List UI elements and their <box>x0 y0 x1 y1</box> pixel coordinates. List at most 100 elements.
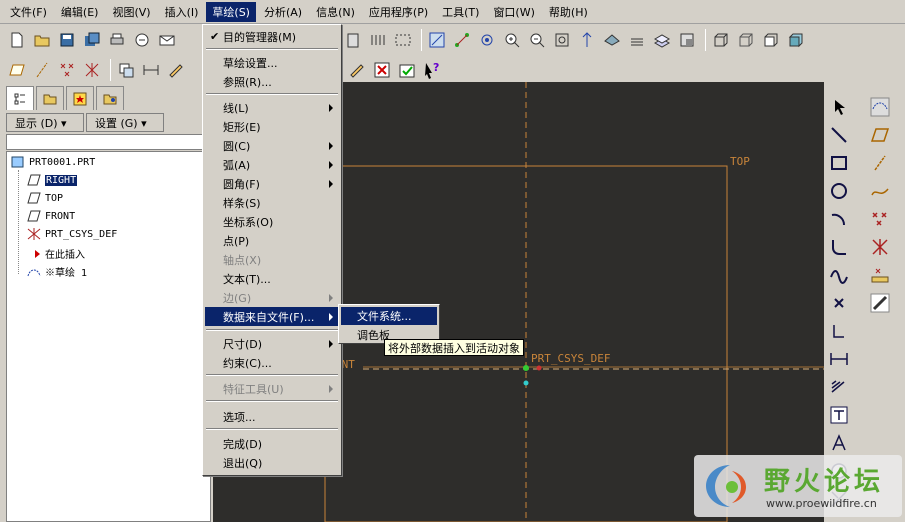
menu-tools[interactable]: 工具(T) <box>436 2 485 22</box>
datum-plane-tool-icon[interactable] <box>6 59 28 81</box>
menu-item-constrain[interactable]: 约束(C)... <box>205 353 339 372</box>
tab-model-tree[interactable] <box>6 86 34 110</box>
save-icon[interactable] <box>56 29 78 51</box>
menu-item-sketch-setup[interactable]: 草绘设置... <box>205 53 339 72</box>
menu-item-circle[interactable]: 圆(C) <box>205 136 339 155</box>
shading-icon[interactable] <box>785 29 807 51</box>
tree-filter-input[interactable] <box>6 134 211 150</box>
point-create-icon[interactable] <box>828 292 850 314</box>
submenu-item-file-system[interactable]: 文件系统... <box>341 307 437 325</box>
dimension-tool-icon[interactable] <box>140 59 162 81</box>
select-arrow-icon[interactable] <box>828 96 850 118</box>
tree-item-right[interactable]: RIGHT <box>27 174 78 186</box>
show-dropdown[interactable]: 显示 (D) ▾ <box>6 113 84 132</box>
menu-item-options[interactable]: 选项... <box>205 407 339 426</box>
refit-icon[interactable] <box>551 29 573 51</box>
menu-item-arc[interactable]: 弧(A) <box>205 155 339 174</box>
line-tool-icon[interactable] <box>828 124 850 146</box>
no-hidden-icon[interactable] <box>760 29 782 51</box>
close-sketch-icon[interactable] <box>371 59 393 81</box>
menu-help[interactable]: 帮助(H) <box>543 2 594 22</box>
menu-sketch[interactable]: 草绘(S) <box>206 1 256 22</box>
menu-item-intent-manager[interactable]: ✔ 目的管理器(M) <box>205 27 339 46</box>
print-icon[interactable] <box>106 29 128 51</box>
mail-icon[interactable] <box>156 29 178 51</box>
hidden-line-icon[interactable] <box>735 29 757 51</box>
menu-item-dimension[interactable]: 尺寸(D) <box>205 334 339 353</box>
circle-tool-icon[interactable] <box>828 180 850 202</box>
point-tool-icon[interactable] <box>869 208 891 230</box>
sketcher-view-icon[interactable] <box>426 29 448 51</box>
tab-folder-browser[interactable] <box>36 86 64 110</box>
analysis-tool-icon[interactable] <box>869 264 891 286</box>
ruler-tool-icon[interactable] <box>869 292 891 314</box>
curve-tool-icon[interactable] <box>869 180 891 202</box>
constraints-icon[interactable] <box>828 404 850 426</box>
copy-geometry-icon[interactable] <box>115 59 137 81</box>
tree-item-front[interactable]: FRONT <box>27 210 75 222</box>
tab-connections[interactable] <box>96 86 124 110</box>
menu-item-fillet[interactable]: 圆角(F) <box>205 174 339 193</box>
menu-window[interactable]: 窗口(W) <box>487 2 540 22</box>
menu-item-rectangle[interactable]: 矩形(E) <box>205 117 339 136</box>
sketch-continue-icon[interactable] <box>346 59 368 81</box>
datum-display-icon[interactable] <box>451 29 473 51</box>
layer-icon[interactable] <box>626 29 648 51</box>
wireframe-icon[interactable] <box>710 29 732 51</box>
menu-item-csys[interactable]: 坐标系(O) <box>205 212 339 231</box>
view-manager-icon[interactable] <box>676 29 698 51</box>
menu-item-quit[interactable]: 退出(Q) <box>205 453 339 472</box>
menu-item-references[interactable]: 参照(R)... <box>205 72 339 91</box>
datum-point-tool-icon[interactable] <box>56 59 78 81</box>
menu-view[interactable]: 视图(V) <box>106 2 156 22</box>
spin-center-icon[interactable] <box>476 29 498 51</box>
reorient-icon[interactable] <box>576 29 598 51</box>
text-tool-icon[interactable] <box>828 432 850 454</box>
tab-favorites[interactable] <box>66 86 94 110</box>
dimension-icon[interactable] <box>828 348 850 370</box>
fillet-tool-icon[interactable] <box>828 236 850 258</box>
menu-edit[interactable]: 编辑(E) <box>55 2 105 22</box>
menu-file[interactable]: 文件(F) <box>4 2 53 22</box>
send-mail-icon[interactable] <box>131 29 153 51</box>
use-edge-icon[interactable] <box>828 320 850 342</box>
saved-views-icon[interactable] <box>601 29 623 51</box>
datum-axis-tool-icon[interactable] <box>31 59 53 81</box>
csys-tool-icon[interactable] <box>81 59 103 81</box>
axis-tool-icon[interactable] <box>869 152 891 174</box>
menu-item-text[interactable]: 文本(T)... <box>205 269 339 288</box>
menu-analysis[interactable]: 分析(A) <box>258 2 308 22</box>
accept-icon[interactable] <box>396 59 418 81</box>
menu-item-done[interactable]: 完成(D) <box>205 434 339 453</box>
regenerate-icon[interactable] <box>367 29 389 51</box>
menu-item-data-from-file[interactable]: 数据来自文件(F)... <box>205 307 339 326</box>
construction-icon[interactable] <box>869 96 891 118</box>
settings-dropdown[interactable]: 设置 (G) ▾ <box>86 113 164 132</box>
save-copy-icon[interactable] <box>81 29 103 51</box>
paste-icon[interactable] <box>342 29 364 51</box>
arc-tool-icon[interactable] <box>828 208 850 230</box>
zoom-out-icon[interactable] <box>526 29 548 51</box>
zoom-in-icon[interactable] <box>501 29 523 51</box>
open-folder-icon[interactable] <box>31 29 53 51</box>
layers-icon[interactable] <box>651 29 673 51</box>
menu-applications[interactable]: 应用程序(P) <box>363 2 434 22</box>
modify-icon[interactable] <box>828 376 850 398</box>
tree-item-insert-here[interactable]: 在此插入 <box>27 246 85 261</box>
menu-insert[interactable]: 插入(I) <box>159 2 205 22</box>
whats-this-icon[interactable]: ? <box>421 59 443 81</box>
tree-root[interactable]: PRT0001.PRT <box>11 156 95 168</box>
menu-info[interactable]: 信息(N) <box>310 2 361 22</box>
plane-tool-icon[interactable] <box>869 124 891 146</box>
tree-item-sketch[interactable]: ※草绘 1 <box>27 264 87 279</box>
spline-tool-icon[interactable] <box>828 264 850 286</box>
sketch-tool-icon[interactable] <box>165 59 187 81</box>
tree-item-csys[interactable]: PRT_CSYS_DEF <box>27 228 117 240</box>
rectangle-tool-icon[interactable] <box>828 152 850 174</box>
select-box-icon[interactable] <box>392 29 414 51</box>
menu-item-line[interactable]: 线(L) <box>205 98 339 117</box>
csys-tool-icon[interactable] <box>869 236 891 258</box>
new-file-icon[interactable] <box>6 29 28 51</box>
menu-item-spline[interactable]: 样条(S) <box>205 193 339 212</box>
tree-item-top[interactable]: TOP <box>27 192 63 204</box>
